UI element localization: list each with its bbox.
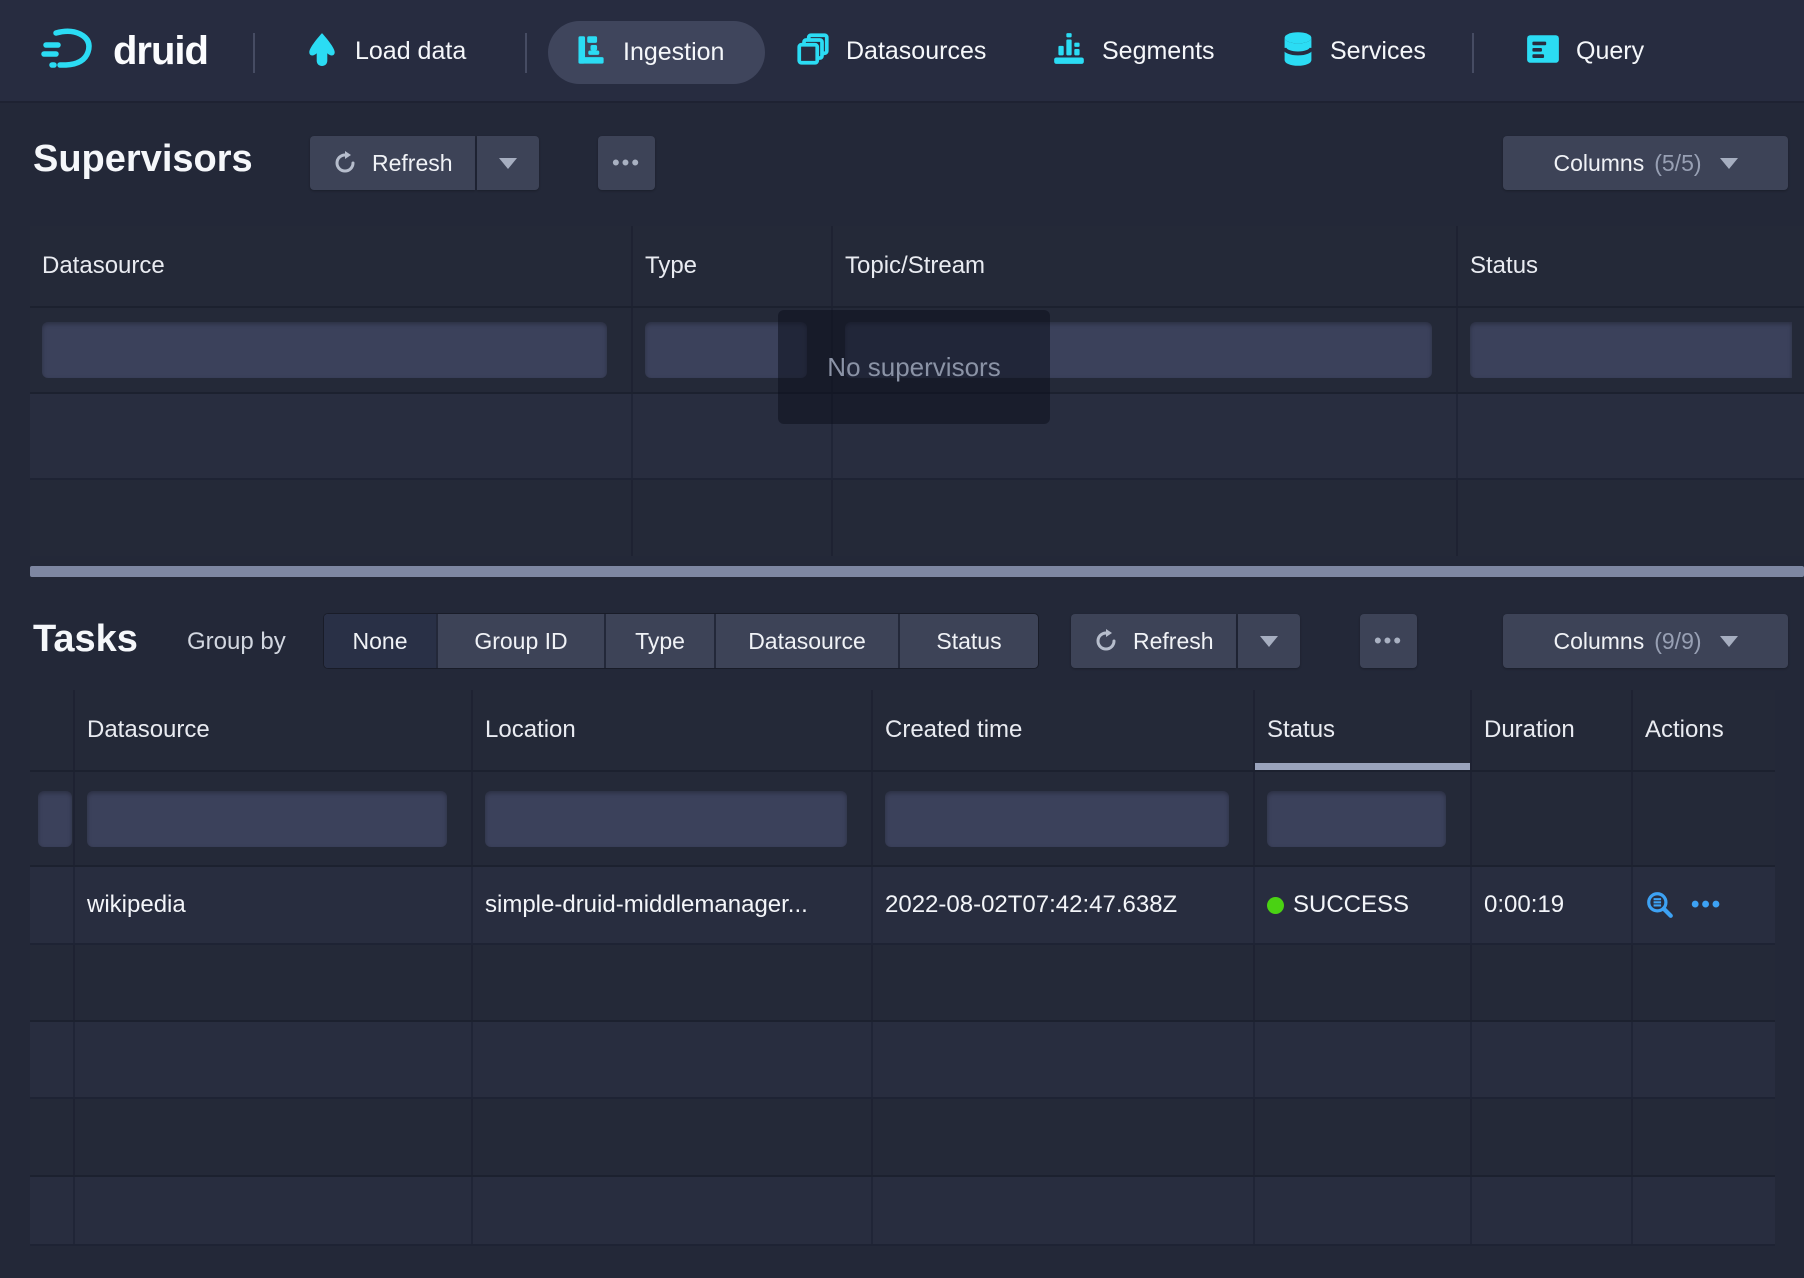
ingestion-icon (573, 33, 608, 73)
tasks-refresh-split-button: Refresh (1071, 614, 1300, 668)
druid-console: druid Load data Ingestio (0, 0, 1804, 1278)
nav-divider (1472, 33, 1474, 73)
nav-item-services[interactable]: Services (1281, 0, 1426, 103)
refresh-label: Refresh (1133, 628, 1214, 655)
tasks-filter-first[interactable] (38, 791, 72, 847)
nav-item-query[interactable]: Query (1525, 0, 1644, 103)
druid-logo[interactable]: druid (40, 0, 208, 103)
task-location: simple-druid-middlemanager... (485, 891, 808, 919)
supervisors-refresh-split-button: Refresh (310, 136, 539, 190)
chevron-down-icon (1260, 636, 1278, 647)
nav-item-label: Datasources (846, 37, 986, 66)
tasks-header-datasource[interactable]: Datasource (75, 690, 473, 770)
supervisors-header-datasource[interactable]: Datasource (30, 226, 633, 306)
no-supervisors-overlay: No supervisors (778, 310, 1050, 424)
refresh-icon (1093, 628, 1119, 654)
task-created-time: 2022-08-02T07:42:47.638Z (885, 891, 1177, 919)
nav-item-label: Query (1576, 37, 1644, 66)
columns-count: (9/9) (1654, 628, 1701, 655)
chevron-down-icon (1720, 158, 1738, 169)
nav-item-load-data[interactable]: Load data (304, 0, 466, 103)
refresh-label: Refresh (372, 150, 453, 177)
nav-item-label: Load data (355, 37, 466, 66)
supervisors-refresh-button[interactable]: Refresh (310, 136, 475, 190)
group-by-label: Group by (187, 628, 286, 656)
druid-logo-icon (40, 25, 98, 78)
nav-divider (253, 33, 255, 73)
supervisors-empty-row (30, 480, 1804, 556)
services-icon (1281, 30, 1315, 73)
supervisors-filter-datasource[interactable] (42, 322, 607, 378)
tasks-filter-row (30, 772, 1775, 867)
tasks-refresh-caret-button[interactable] (1238, 614, 1300, 668)
nav-item-label: Segments (1102, 37, 1215, 66)
group-by-option-group-id[interactable]: Group ID (438, 614, 606, 668)
chevron-down-icon (499, 158, 517, 169)
nav-item-segments[interactable]: Segments (1051, 0, 1215, 103)
refresh-icon (332, 150, 358, 176)
table-row-empty (30, 945, 1775, 1022)
tasks-header-created-time[interactable]: Created time (873, 690, 1255, 770)
table-row-empty (30, 1099, 1775, 1177)
supervisors-more-button[interactable]: ••• (598, 136, 655, 190)
more-icon: ••• (1374, 628, 1403, 654)
supervisors-refresh-caret-button[interactable] (477, 136, 539, 190)
supervisors-header-row: Datasource Type Topic/Stream Status (30, 226, 1804, 308)
group-by-option-type[interactable]: Type (606, 614, 716, 668)
task-status: SUCCESS (1293, 891, 1409, 919)
tasks-title: Tasks (33, 618, 138, 661)
nav-item-ingestion[interactable]: Ingestion (548, 21, 765, 84)
chevron-down-icon (1720, 636, 1738, 647)
columns-label: Columns (1553, 150, 1644, 177)
nav-divider (525, 33, 527, 73)
supervisors-horizontal-scrollbar[interactable] (30, 566, 1804, 577)
task-datasource: wikipedia (87, 891, 186, 919)
tasks-header-duration[interactable]: Duration (1472, 690, 1633, 770)
tasks-table: Datasource Location Created time Status … (30, 690, 1775, 1246)
druid-logo-text: druid (113, 29, 208, 74)
sort-indicator (1255, 763, 1470, 770)
nav-item-datasources[interactable]: Datasources (795, 0, 986, 103)
table-row-empty (30, 1177, 1775, 1246)
supervisors-filter-status[interactable] (1470, 322, 1792, 378)
task-detail-magnifier-icon[interactable] (1645, 890, 1675, 920)
tasks-filter-created-time[interactable] (885, 791, 1229, 847)
tasks-filter-status[interactable] (1267, 791, 1446, 847)
nav-item-label: Ingestion (623, 38, 724, 67)
no-supervisors-message: No supervisors (827, 352, 1000, 383)
supervisors-table: Datasource Type Topic/Stream Status No s… (30, 226, 1804, 556)
more-icon: ••• (612, 150, 641, 176)
supervisors-columns-button[interactable]: Columns (5/5) (1503, 136, 1788, 190)
group-by-option-none[interactable]: None (324, 614, 438, 668)
group-by-option-status[interactable]: Status (900, 614, 1038, 668)
nav-item-label: Services (1330, 37, 1426, 66)
tasks-refresh-button[interactable]: Refresh (1071, 614, 1236, 668)
supervisors-header-topic-stream[interactable]: Topic/Stream (833, 226, 1458, 306)
status-success-dot (1267, 897, 1284, 914)
supervisors-header-type[interactable]: Type (633, 226, 833, 306)
load-data-icon (304, 31, 340, 72)
query-icon (1525, 33, 1561, 70)
segments-icon (1051, 31, 1087, 72)
tasks-header-row: Datasource Location Created time Status … (30, 690, 1775, 772)
tasks-filter-datasource[interactable] (87, 791, 447, 847)
columns-count: (5/5) (1654, 150, 1701, 177)
table-row-empty (30, 1022, 1775, 1099)
tasks-header-actions[interactable]: Actions (1633, 690, 1775, 770)
tasks-more-button[interactable]: ••• (1360, 614, 1417, 668)
task-row-more-icon[interactable]: ••• (1691, 891, 1722, 919)
supervisors-header-status[interactable]: Status (1458, 226, 1804, 306)
group-by-option-datasource[interactable]: Datasource (716, 614, 900, 668)
tasks-header-status[interactable]: Status (1255, 690, 1472, 770)
task-duration: 0:00:19 (1484, 891, 1564, 919)
tasks-filter-location[interactable] (485, 791, 847, 847)
table-row[interactable]: wikipedia simple-druid-middlemanager... … (30, 867, 1775, 945)
tasks-header-location[interactable]: Location (473, 690, 873, 770)
datasources-icon (795, 31, 831, 72)
tasks-columns-button[interactable]: Columns (9/9) (1503, 614, 1788, 668)
columns-label: Columns (1553, 628, 1644, 655)
top-nav: druid Load data Ingestio (0, 0, 1804, 103)
group-by-segmented-control: None Group ID Type Datasource Status (324, 614, 1038, 668)
supervisors-title: Supervisors (33, 138, 253, 181)
